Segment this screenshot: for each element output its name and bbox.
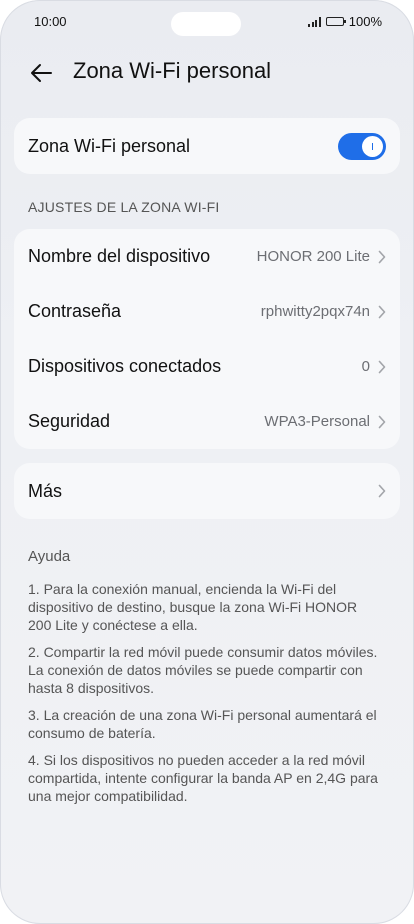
status-icons: 100% (308, 14, 382, 29)
row-value: rphwitty2pqx74n (260, 303, 370, 320)
camera-notch (171, 12, 241, 36)
toggle-knob (362, 135, 383, 157)
battery-icon (325, 17, 346, 26)
help-item: 4. Si los dispositivos no pueden acceder… (28, 752, 378, 804)
help-title: Ayuda (28, 548, 71, 565)
row-connected-devices[interactable]: Dispositivos conectados 0 (14, 339, 400, 394)
hotspot-toggle-row[interactable]: Zona Wi-Fi personal (14, 118, 400, 174)
help-item: 3. La creación de una zona Wi-Fi persona… (28, 707, 377, 741)
help-item: 1. Para la conexión manual, encienda la … (28, 581, 358, 633)
arrow-left-icon (31, 64, 52, 82)
chevron-right-icon (378, 415, 386, 429)
row-value: 0 (361, 358, 370, 375)
status-bar: 10:00 100% (0, 0, 414, 46)
hotspot-toggle-card: Zona Wi-Fi personal (14, 118, 400, 174)
chevron-right-icon (378, 305, 386, 319)
more-label: Más (28, 480, 63, 501)
row-value: WPA3-Personal (264, 413, 370, 430)
page-title: Zona Wi-Fi personal (73, 58, 272, 83)
row-label: Contraseña (28, 301, 122, 321)
phone-screen: 10:00 100% Zona Wi-Fi personal Zona Wi-F… (0, 0, 414, 924)
help-section: Ayuda 1. Para la conexión manual, encien… (28, 548, 384, 814)
settings-card: Nombre del dispositivo HONOR 200 Lite Co… (14, 229, 400, 449)
row-label: Dispositivos conectados (28, 356, 222, 376)
app-header: Zona Wi-Fi personal (0, 52, 414, 94)
status-time: 10:00 (34, 14, 67, 29)
hotspot-toggle-switch[interactable] (338, 132, 386, 160)
help-item: 2. Compartir la red móvil puede consumir… (28, 644, 378, 696)
row-label: Nombre del dispositivo (28, 246, 211, 266)
back-button[interactable] (26, 60, 56, 86)
more-card: Más (14, 463, 400, 519)
chevron-right-icon (378, 250, 386, 264)
row-label: Seguridad (28, 411, 111, 431)
battery-percent: 100% (348, 14, 382, 29)
hotspot-toggle-label: Zona Wi-Fi personal (28, 135, 191, 156)
row-password[interactable]: Contraseña rphwitty2pqx74n (14, 284, 400, 339)
settings-section-title: AJUSTES DE LA ZONA WI-FI (28, 199, 220, 215)
chevron-right-icon (378, 360, 386, 374)
row-more[interactable]: Más (14, 463, 400, 519)
chevron-right-icon (378, 484, 386, 498)
row-device-name[interactable]: Nombre del dispositivo HONOR 200 Lite (14, 229, 400, 284)
row-value: HONOR 200 Lite (256, 248, 370, 265)
signal-icon (308, 16, 321, 27)
row-security[interactable]: Seguridad WPA3-Personal (14, 394, 400, 449)
